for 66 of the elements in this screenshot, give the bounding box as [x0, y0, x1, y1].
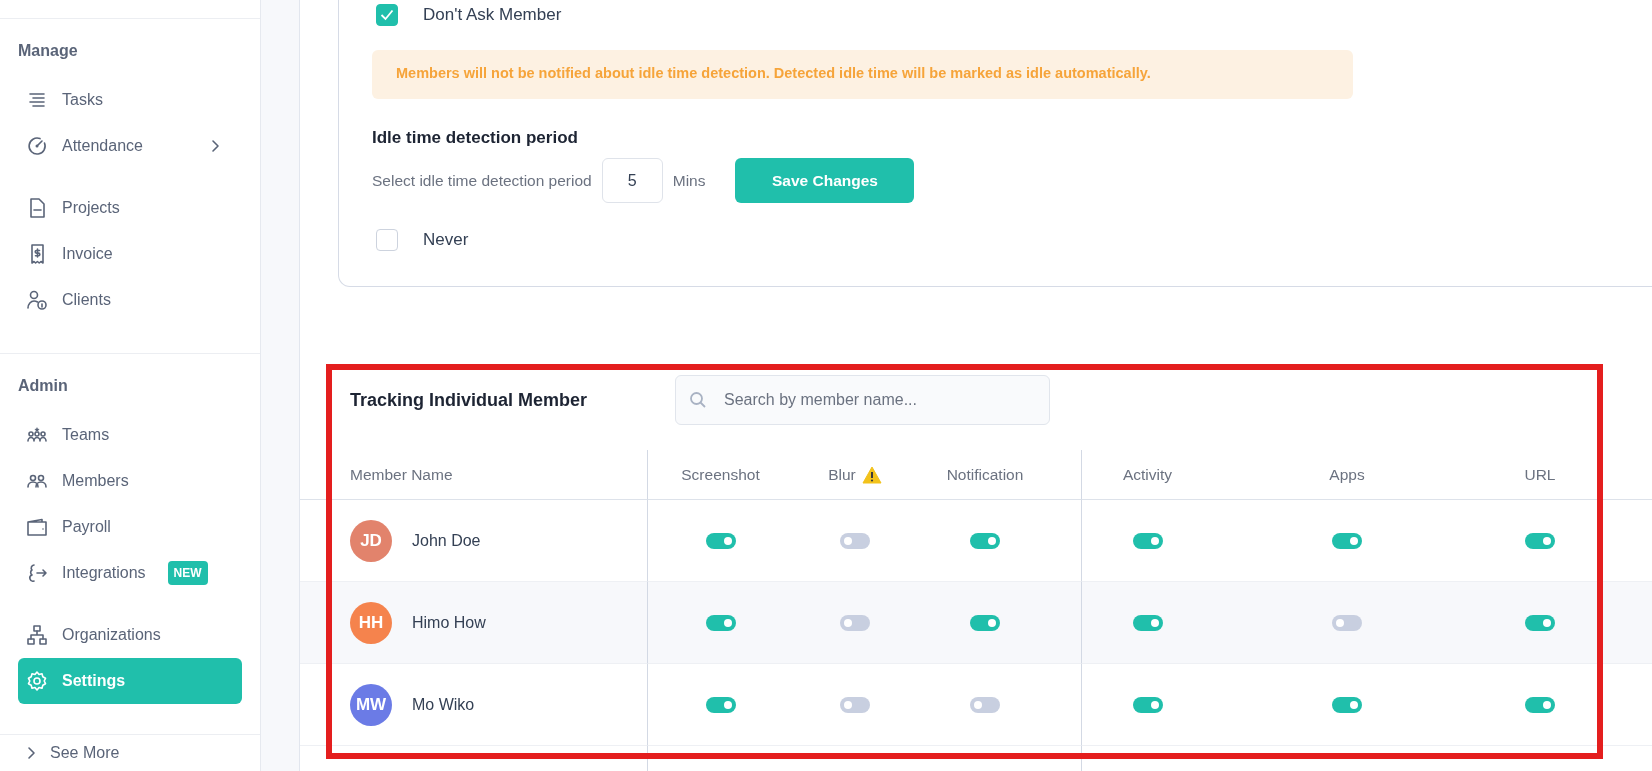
sidebar-item[interactable]: Invoice	[18, 231, 242, 277]
gauge-icon	[26, 135, 48, 157]
toggle-switch[interactable]	[1332, 614, 1362, 631]
wallet-icon	[26, 516, 48, 538]
column-header: URL	[1481, 450, 1599, 500]
member-name: Himo How	[412, 612, 486, 633]
toggle-switch[interactable]	[1132, 696, 1163, 713]
toggle-switch[interactable]	[1525, 696, 1555, 713]
checkbox[interactable]	[376, 228, 398, 251]
sidebar-item[interactable]: Payroll	[18, 504, 242, 550]
column-header: Screenshot	[647, 450, 793, 500]
section-heading: Manage	[18, 41, 79, 61]
warning-icon	[861, 465, 882, 484]
settings-icon	[26, 670, 48, 692]
toggle-switch[interactable]	[1132, 614, 1163, 631]
toggle-switch[interactable]	[1332, 696, 1362, 713]
column-header: Apps	[1213, 450, 1481, 500]
notice-banner: Members will not be notified about idle time detection. Detected idle time will be marked as idle automatically.	[372, 49, 1353, 99]
checkbox-label: Don't Ask Member	[423, 4, 562, 26]
member-name: Mo Wiko	[412, 694, 475, 715]
minutes-input[interactable]: 5	[601, 158, 663, 203]
sidebar-item[interactable]: Integrations NEW	[18, 550, 242, 596]
user-info-icon	[26, 289, 48, 311]
search-icon	[689, 391, 707, 409]
member-name: John Doe	[412, 530, 481, 551]
sidebar-item[interactable]: Members	[18, 458, 242, 504]
checkbox-label: Never	[423, 229, 469, 251]
see-more-link[interactable]: See More	[0, 734, 260, 771]
integration-icon	[26, 562, 48, 584]
avatar: HH	[350, 601, 392, 644]
sidebar-item[interactable]: Projects	[18, 185, 242, 231]
chevron-right-icon	[26, 746, 38, 760]
new-badge: NEW	[167, 561, 208, 585]
avatar: MW	[350, 683, 392, 726]
unit-label: Mins	[672, 170, 706, 191]
column-header: Activity	[1081, 450, 1213, 500]
toggle-switch[interactable]	[840, 614, 870, 631]
sidebar-item[interactable]: Attendance	[18, 123, 242, 169]
search-field[interactable]: Search by member name...	[675, 375, 1050, 425]
checkbox[interactable]	[376, 3, 398, 26]
toggle-switch[interactable]	[1332, 532, 1362, 549]
toggle-switch[interactable]	[1132, 532, 1163, 549]
sidebar-item[interactable]: Organizations	[18, 612, 242, 658]
check-icon	[380, 8, 394, 21]
toggle-switch[interactable]	[705, 696, 736, 713]
toggle-switch[interactable]	[970, 696, 1000, 713]
toggle-switch[interactable]	[1525, 532, 1555, 549]
section-title: Tracking Individual Member	[350, 388, 589, 412]
column-header: Notification	[917, 450, 1081, 500]
sidebar-item[interactable]: Tasks	[18, 77, 242, 123]
toggle-switch[interactable]	[705, 532, 736, 549]
section-heading: Admin	[18, 376, 69, 396]
toggle-switch[interactable]	[705, 614, 736, 631]
sidebar-item[interactable]: Clients	[18, 277, 242, 323]
toggle-switch[interactable]	[840, 532, 870, 549]
toggle-switch[interactable]	[970, 532, 1000, 549]
column-header: Blur	[828, 464, 856, 485]
avatar: JD	[350, 519, 392, 562]
section-heading: Idle time detection period	[372, 126, 578, 149]
toggle-switch[interactable]	[840, 696, 870, 713]
sitemap-icon	[26, 624, 48, 646]
toggle-switch[interactable]	[970, 614, 1000, 631]
sidebar-item[interactable]: Teams	[18, 412, 242, 458]
field-label: Select idle time detection period	[372, 170, 592, 191]
toggle-switch[interactable]	[1525, 614, 1555, 631]
column-header: Member Name	[300, 450, 647, 500]
